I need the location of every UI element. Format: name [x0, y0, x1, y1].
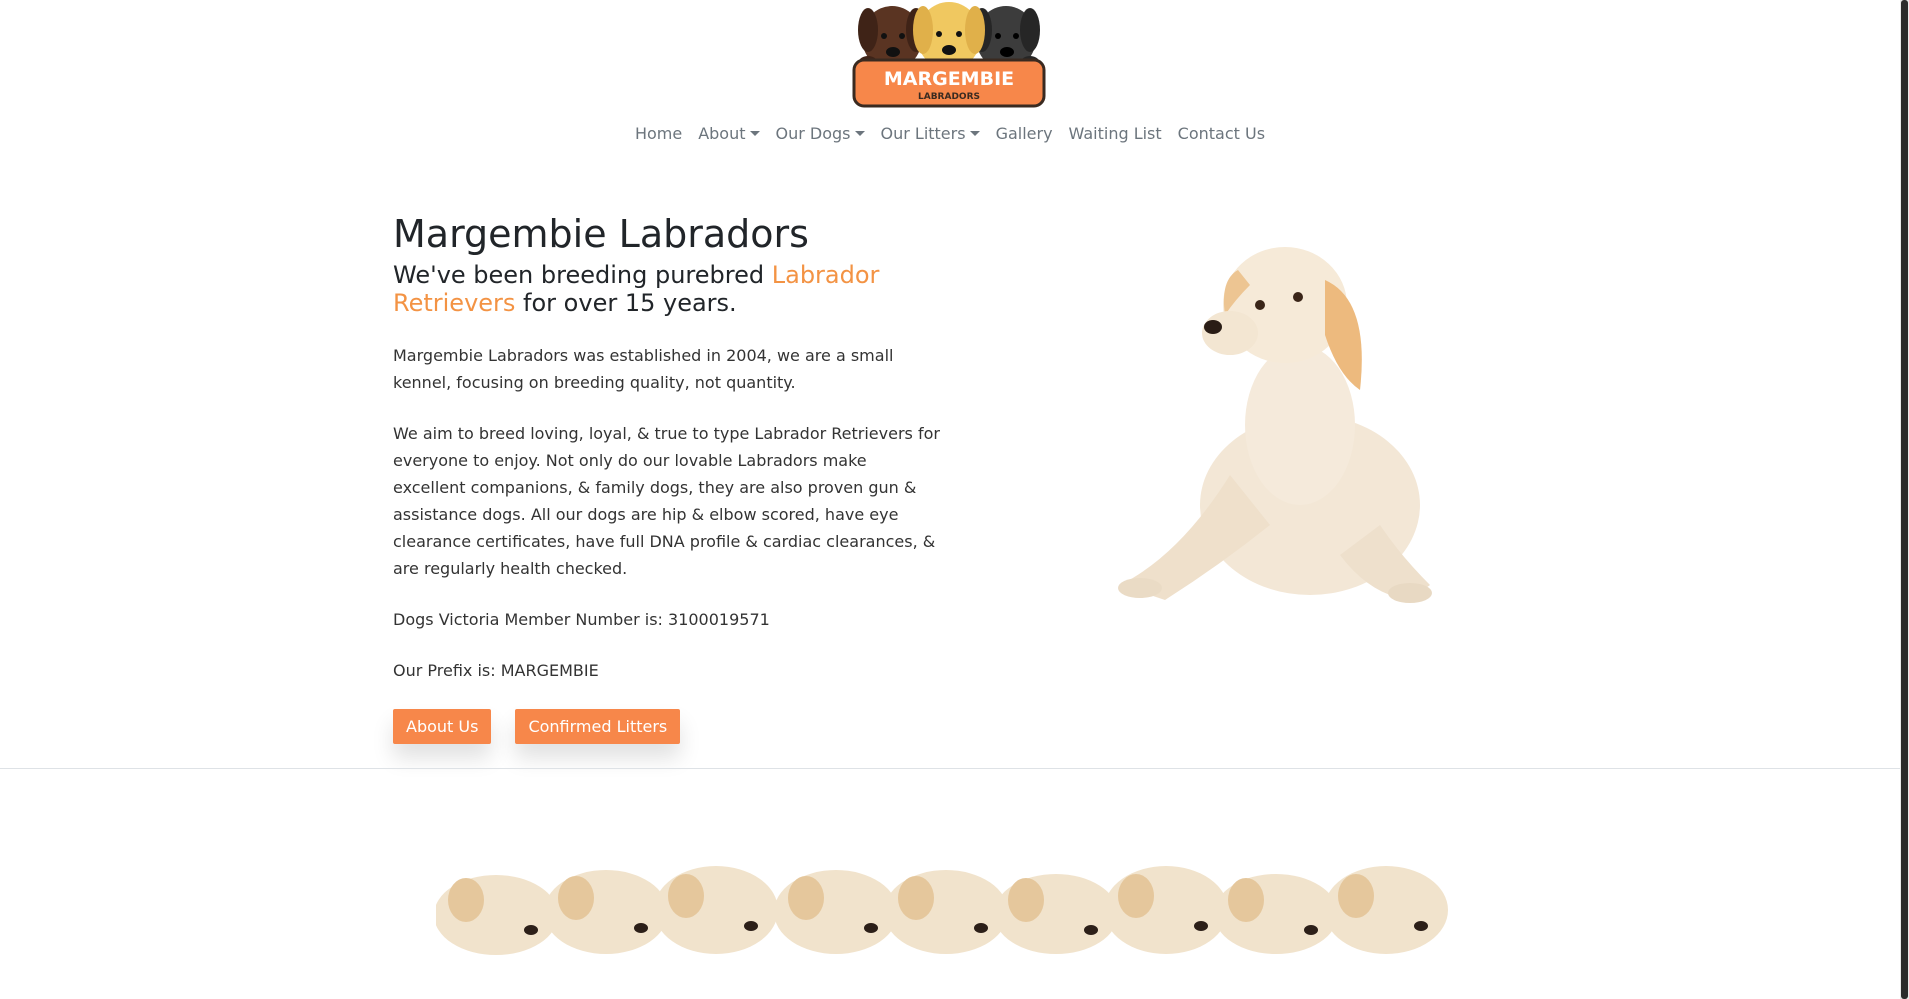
- main-nav: Home About Our Dogs Our Litters Gallery …: [0, 120, 1900, 147]
- lead-suffix: for over 15 years.: [515, 289, 737, 318]
- nav-about-label: About: [698, 124, 746, 143]
- nav-contact-us[interactable]: Contact Us: [1170, 120, 1273, 147]
- page-scrollbar[interactable]: [1900, 0, 1909, 999]
- nav-contact-us-label: Contact Us: [1177, 124, 1266, 143]
- nav-our-dogs-label: Our Dogs: [775, 124, 851, 143]
- nav-gallery-label: Gallery: [995, 124, 1053, 143]
- labrador-image: [1110, 225, 1450, 605]
- intro-paragraph: Margembie Labradors was established in 2…: [393, 346, 894, 393]
- member-number-text: Dogs Victoria Member Number is: 31000195…: [393, 610, 770, 630]
- nav-waiting-list[interactable]: Waiting List: [1061, 120, 1170, 147]
- nav-about[interactable]: About: [690, 120, 767, 147]
- site-logo[interactable]: MARGEMBIE LABRADORS: [848, 0, 1050, 108]
- confirmed-litters-button[interactable]: Confirmed Litters: [515, 709, 681, 745]
- nav-gallery[interactable]: Gallery: [988, 120, 1061, 147]
- nav-home-label: Home: [634, 124, 683, 143]
- hero-buttons: About Us Confirmed Litters: [393, 709, 943, 745]
- hero-section: Margembie Labradors We've been breeding …: [393, 212, 943, 745]
- scrollbar-thumb[interactable]: [1901, 0, 1908, 999]
- prefix-text: Our Prefix is: MARGEMBIE: [393, 661, 599, 681]
- labrador-illustration: [1118, 247, 1432, 603]
- sleeping-puppies-illustration: [434, 866, 1448, 955]
- logo-text: MARGEMBIE: [884, 68, 1014, 90]
- nav-our-litters[interactable]: Our Litters: [873, 120, 988, 147]
- nav-home[interactable]: Home: [627, 120, 690, 147]
- section-divider: [0, 768, 1900, 769]
- nav-our-litters-label: Our Litters: [880, 124, 966, 143]
- breeding-paragraph: We aim to breed loving, loyal, & true to…: [393, 424, 940, 579]
- hero-lead: We've been breeding purebred Labrador Re…: [393, 261, 943, 319]
- caret-down-icon: [854, 131, 865, 136]
- lead-prefix: We've been breeding purebred: [393, 260, 772, 289]
- page-title: Margembie Labradors: [393, 212, 809, 256]
- logo-subtext: LABRADORS: [918, 92, 980, 102]
- caret-down-icon: [969, 131, 980, 136]
- nav-our-dogs[interactable]: Our Dogs: [768, 120, 873, 147]
- caret-down-icon: [749, 131, 760, 136]
- nav-waiting-list-label: Waiting List: [1068, 124, 1162, 143]
- logo-dogs-illustration: MARGEMBIE LABRADORS: [852, 2, 1046, 108]
- puppies-image: [434, 860, 1456, 960]
- about-us-button[interactable]: About Us: [393, 709, 492, 745]
